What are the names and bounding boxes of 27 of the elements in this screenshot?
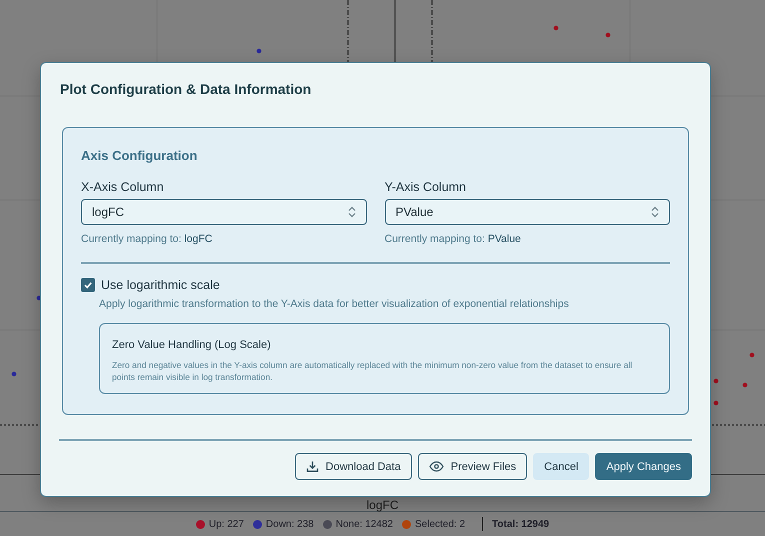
description-text: Apply logarithmic transformation to the Y-Axis data for better visualization of exponential relationships xyxy=(99,298,570,310)
preview-button[interactable]: Preview Files xyxy=(418,453,528,480)
checkbox[interactable] xyxy=(81,278,95,292)
checkbox-label[interactable]: Use logarithmic scale xyxy=(101,278,220,292)
note-text: Zero and negative values in the Y-axis column are automatically replaced with the minimum non-zero value from the dataset to ensure all points remain visible in log transformation. xyxy=(112,359,634,383)
download-button[interactable]: Download Data xyxy=(294,453,412,480)
legend-label: Down: 238 xyxy=(266,518,314,530)
chevron-updown-icon xyxy=(348,206,356,218)
legend-total: Total: 12949 xyxy=(492,518,550,530)
section-title: Axis Configuration xyxy=(81,148,198,163)
field-label: Y-Axis Column xyxy=(384,180,468,194)
legend-label: Selected: 2 xyxy=(415,518,466,530)
mapping-text: Currently mapping to: PValue xyxy=(384,233,522,245)
mapping-text: Currently mapping to: logFC xyxy=(81,233,214,245)
legend-label: Up: 227 xyxy=(208,518,244,530)
select-field[interactable]: PValue xyxy=(384,199,670,225)
apply-button[interactable]: Apply Changes xyxy=(595,453,692,480)
cancel-button[interactable]: Cancel xyxy=(533,453,590,480)
note-title: Zero Value Handling (Log Scale) xyxy=(112,339,272,351)
download-icon xyxy=(306,460,319,473)
chevron-updown-icon xyxy=(651,206,659,218)
select-field[interactable]: logFC xyxy=(81,199,366,225)
eye-icon xyxy=(428,461,444,472)
field-label: X-Axis Column xyxy=(81,180,165,194)
axis-label: logFC xyxy=(366,499,398,511)
legend-label: None: 12482 xyxy=(336,518,393,530)
dialog-title: Plot Configuration & Data Information xyxy=(60,81,312,99)
